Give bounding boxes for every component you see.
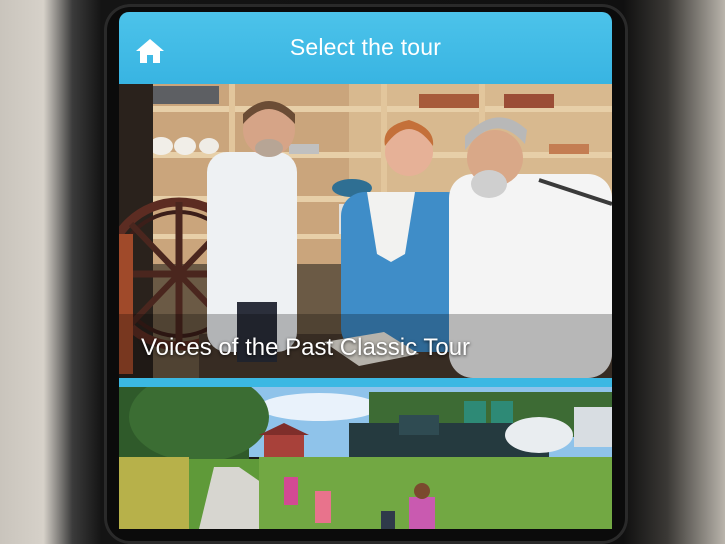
app-header: Select the tour <box>119 12 612 84</box>
tour-card-2[interactable] <box>119 387 612 529</box>
card-divider <box>119 378 612 387</box>
app-screen: Select the tour Voices of the Past Class… <box>119 12 612 529</box>
tour-title: Voices of the Past Classic Tour <box>141 334 471 361</box>
tour-card-voices-of-the-past[interactable]: Voices of the Past Classic Tour <box>119 84 612 378</box>
page-title: Select the tour <box>289 34 442 60</box>
tour-image-2 <box>119 387 612 529</box>
